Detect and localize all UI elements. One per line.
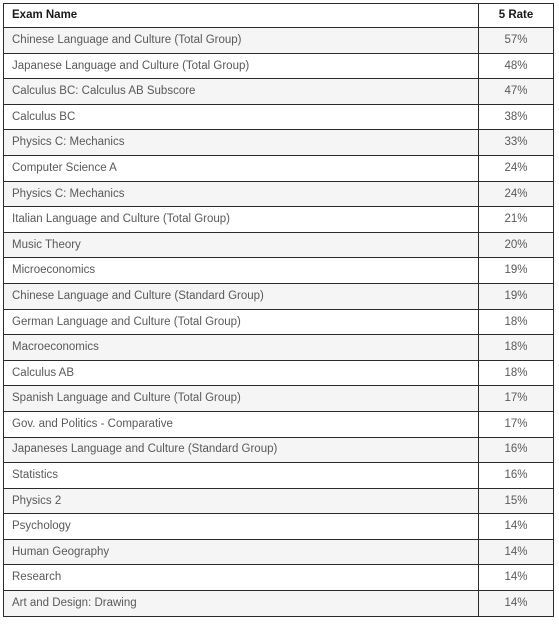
table-row[interactable]: Italian Language and Culture (Total Grou…	[3, 206, 554, 233]
cell-5-rate: 57%	[478, 27, 554, 54]
cell-5-rate: 24%	[478, 180, 554, 208]
cell-exam-name: Italian Language and Culture (Total Grou…	[3, 206, 479, 233]
table-row[interactable]: Chinese Language and Culture (Total Grou…	[3, 27, 554, 54]
cell-5-rate: 15%	[478, 487, 554, 515]
cell-5-rate: 48%	[478, 52, 554, 80]
table-row[interactable]: Calculus BC: Calculus AB Subscore 47%	[3, 78, 554, 105]
cell-exam-name: Physics 2	[3, 487, 479, 515]
table-row[interactable]: Physics 2 15%	[3, 487, 554, 515]
cell-exam-name: Psychology	[3, 513, 479, 540]
cell-exam-name: German Language and Culture (Total Group…	[3, 308, 479, 336]
cell-5-rate: 20%	[478, 231, 554, 259]
cell-exam-name: Art and Design: Drawing	[3, 590, 479, 617]
cell-exam-name: Human Geography	[3, 538, 479, 566]
table-row[interactable]: Music Theory 20%	[3, 231, 554, 259]
cell-5-rate: 14%	[478, 564, 554, 592]
cell-5-rate: 14%	[478, 590, 554, 617]
column-header-5-rate[interactable]: 5 Rate	[478, 3, 554, 28]
cell-exam-name: Macroeconomics	[3, 334, 479, 361]
cell-5-rate: 14%	[478, 538, 554, 566]
cell-exam-name: Chinese Language and Culture (Standard G…	[3, 282, 479, 310]
cell-exam-name: Calculus AB	[3, 359, 479, 387]
cell-exam-name: Calculus BC	[3, 103, 479, 131]
table-header-row: Exam Name 5 Rate	[3, 3, 554, 28]
cell-exam-name: Physics C: Mechanics	[3, 129, 479, 156]
table-header: Exam Name 5 Rate	[3, 3, 554, 28]
cell-5-rate: 21%	[478, 206, 554, 233]
cell-exam-name: Research	[3, 564, 479, 592]
cell-5-rate: 17%	[478, 385, 554, 412]
table-row[interactable]: German Language and Culture (Total Group…	[3, 308, 554, 336]
cell-5-rate: 38%	[478, 103, 554, 131]
column-header-exam-name[interactable]: Exam Name	[3, 3, 479, 28]
cell-exam-name: Chinese Language and Culture (Total Grou…	[3, 27, 479, 54]
table-row[interactable]: Microeconomics 19%	[3, 257, 554, 284]
cell-exam-name: Japaneses Language and Culture (Standard…	[3, 436, 479, 464]
cell-exam-name: Music Theory	[3, 231, 479, 259]
table-viewport: Exam Name 5 Rate Chinese Language and Cu…	[0, 0, 559, 643]
cell-5-rate: 18%	[478, 359, 554, 387]
cell-exam-name: Physics C: Mechanics	[3, 180, 479, 208]
table-row[interactable]: Japaneses Language and Culture (Standard…	[3, 436, 554, 464]
cell-exam-name: Gov. and Politics - Comparative	[3, 410, 479, 438]
exam-5-rate-table: Exam Name 5 Rate Chinese Language and Cu…	[3, 3, 554, 617]
table-row[interactable]: Physics C: Mechanics 24%	[3, 180, 554, 208]
table-row[interactable]: Gov. and Politics - Comparative 17%	[3, 410, 554, 438]
cell-5-rate: 24%	[478, 154, 554, 182]
cell-exam-name: Spanish Language and Culture (Total Grou…	[3, 385, 479, 412]
cell-5-rate: 14%	[478, 513, 554, 540]
cell-5-rate: 19%	[478, 257, 554, 284]
cell-5-rate: 16%	[478, 436, 554, 464]
table-row[interactable]: Calculus AB 18%	[3, 359, 554, 387]
cell-5-rate: 47%	[478, 78, 554, 105]
table-row[interactable]: Japanese Language and Culture (Total Gro…	[3, 52, 554, 80]
table-row[interactable]: Chinese Language and Culture (Standard G…	[3, 282, 554, 310]
cell-exam-name: Japanese Language and Culture (Total Gro…	[3, 52, 479, 80]
cell-5-rate: 17%	[478, 410, 554, 438]
cell-exam-name: Computer Science A	[3, 154, 479, 182]
cell-5-rate: 19%	[478, 282, 554, 310]
table-row[interactable]: Spanish Language and Culture (Total Grou…	[3, 385, 554, 412]
cell-exam-name: Statistics	[3, 462, 479, 489]
cell-5-rate: 18%	[478, 308, 554, 336]
cell-exam-name: Microeconomics	[3, 257, 479, 284]
table-row[interactable]: Art and Design: Drawing 14%	[3, 590, 554, 617]
table-row[interactable]: Computer Science A 24%	[3, 154, 554, 182]
table-row[interactable]: Research 14%	[3, 564, 554, 592]
table-row[interactable]: Physics C: Mechanics 33%	[3, 129, 554, 156]
cell-exam-name: Calculus BC: Calculus AB Subscore	[3, 78, 479, 105]
table-row[interactable]: Macroeconomics 18%	[3, 334, 554, 361]
cell-5-rate: 33%	[478, 129, 554, 156]
cell-5-rate: 18%	[478, 334, 554, 361]
table-row[interactable]: Human Geography 14%	[3, 538, 554, 566]
table-body: Chinese Language and Culture (Total Grou…	[3, 27, 554, 617]
table-row[interactable]: Calculus BC 38%	[3, 103, 554, 131]
cell-5-rate: 16%	[478, 462, 554, 489]
table-row[interactable]: Psychology 14%	[3, 513, 554, 540]
table-row[interactable]: Statistics 16%	[3, 462, 554, 489]
